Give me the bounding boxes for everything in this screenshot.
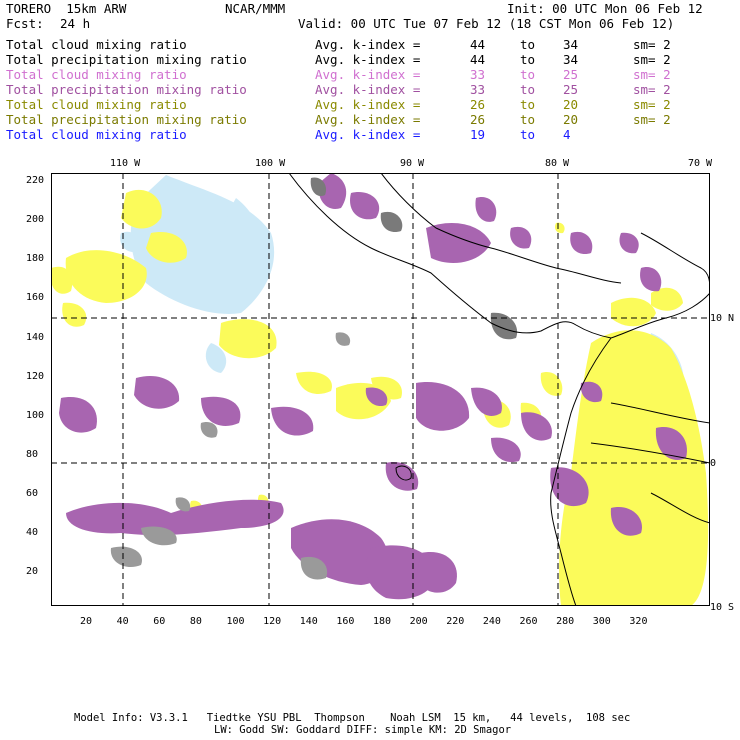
x-tick-label: 320 [629,616,648,627]
longitude-label: 90 W [400,158,425,169]
y-tick-label: 80 [26,448,39,460]
longitude-label: 80 W [545,158,570,169]
legend-smoothing: sm= 2 [633,37,671,52]
y-tick-label: 160 [26,292,45,304]
legend-range-to: to [520,52,536,67]
y-tick-label: 20 [26,566,39,578]
longitude-label: 100 W [255,158,286,169]
legend-range-to: to [520,82,536,97]
x-tick-label: 260 [519,616,538,627]
x-tick-label: 180 [373,616,392,627]
latitude-label: 0 [710,458,717,469]
legend-field-name: Total precipitation mixing ratio [6,112,247,127]
y-tick-label: 180 [26,253,45,265]
y-tick-label: 220 [26,175,45,186]
legend-range-to: to [520,97,536,112]
organization: NCAR/MMM [225,1,286,16]
model-info-line: Model Info: V3.3.1 Tiedtke YSU PBL Thomp… [74,712,631,724]
legend-range-high: 33 [470,82,486,97]
legend-range-high: 44 [470,52,486,67]
forecast-hour: 24 h [60,16,91,31]
legend-avg-label: Avg. k-index = [315,97,421,112]
legend-smoothing: sm= 2 [633,52,671,67]
init-time: Init: 00 UTC Mon 06 Feb 12 [507,1,703,16]
longitude-label: 110 W [110,158,141,169]
legend-field-name: Total cloud mixing ratio [6,97,187,112]
x-tick-label: 20 [80,616,93,627]
legend-field-name: Total precipitation mixing ratio [6,52,247,67]
legend-range-low: 25 [563,67,579,82]
x-tick-label: 200 [409,616,428,627]
legend-avg-label: Avg. k-index = [315,82,421,97]
legend-range-high: 19 [470,127,486,142]
y-tick-label: 100 [26,409,45,421]
x-tick-label: 160 [336,616,355,627]
legend-avg-label: Avg. k-index = [315,52,421,67]
legend-field-name: Total precipitation mixing ratio [6,82,247,97]
legend-range-low: 20 [563,97,579,112]
legend-range-high: 26 [470,97,486,112]
x-tick-label: 300 [592,616,611,627]
y-tick-label: 200 [26,214,45,226]
x-tick-label: 220 [446,616,465,627]
legend-avg-label: Avg. k-index = [315,112,421,127]
physics-info-line: LW: Godd SW: Goddard DIFF: simple KM: 2D… [214,724,512,736]
x-tick-label: 40 [116,616,129,627]
legend-range-low: 34 [563,52,579,67]
legend-range-low: 34 [563,37,579,52]
y-tick-label: 40 [26,527,39,539]
latitude-label: 10 N [710,313,735,324]
x-tick-label: 80 [189,616,202,627]
legend-avg-label: Avg. k-index = [315,127,421,142]
longitude-label: 70 W [688,158,713,169]
legend-range-low: 4 [563,127,571,142]
legend-range-low: 25 [563,82,579,97]
legend-smoothing: sm= 2 [633,97,671,112]
legend-range-to: to [520,37,536,52]
legend-range-high: 33 [470,67,486,82]
legend-range-high: 26 [470,112,486,127]
y-tick-label: 120 [26,370,45,382]
legend-field-name: Total cloud mixing ratio [6,67,187,82]
map-plot [51,173,710,606]
legend-avg-label: Avg. k-index = [315,67,421,82]
legend-avg-label: Avg. k-index = [315,37,421,52]
x-tick-label: 120 [263,616,282,627]
legend-smoothing: sm= 2 [633,67,671,82]
legend-range-low: 20 [563,112,579,127]
y-tick-label: 140 [26,331,45,343]
x-tick-label: 100 [226,616,245,627]
legend-smoothing: sm= 2 [633,112,671,127]
valid-time: Valid: 00 UTC Tue 07 Feb 12 (18 CST Mon … [298,16,675,31]
legend-field-name: Total cloud mixing ratio [6,37,187,52]
legend-range-to: to [520,127,536,142]
x-tick-label: 60 [153,616,166,627]
legend-smoothing: sm= 2 [633,82,671,97]
legend-range-to: to [520,67,536,82]
y-tick-label: 60 [26,488,39,499]
forecast-label: Fcst: [6,16,44,31]
x-tick-label: 240 [482,616,501,627]
latitude-label: 10 S [710,602,735,613]
legend-range-high: 44 [470,37,486,52]
model-title: TORERO 15km ARW [6,1,127,16]
legend-field-name: Total cloud mixing ratio [6,127,187,142]
legend-range-to: to [520,112,536,127]
x-tick-label: 140 [299,616,318,627]
x-tick-label: 280 [556,616,575,627]
